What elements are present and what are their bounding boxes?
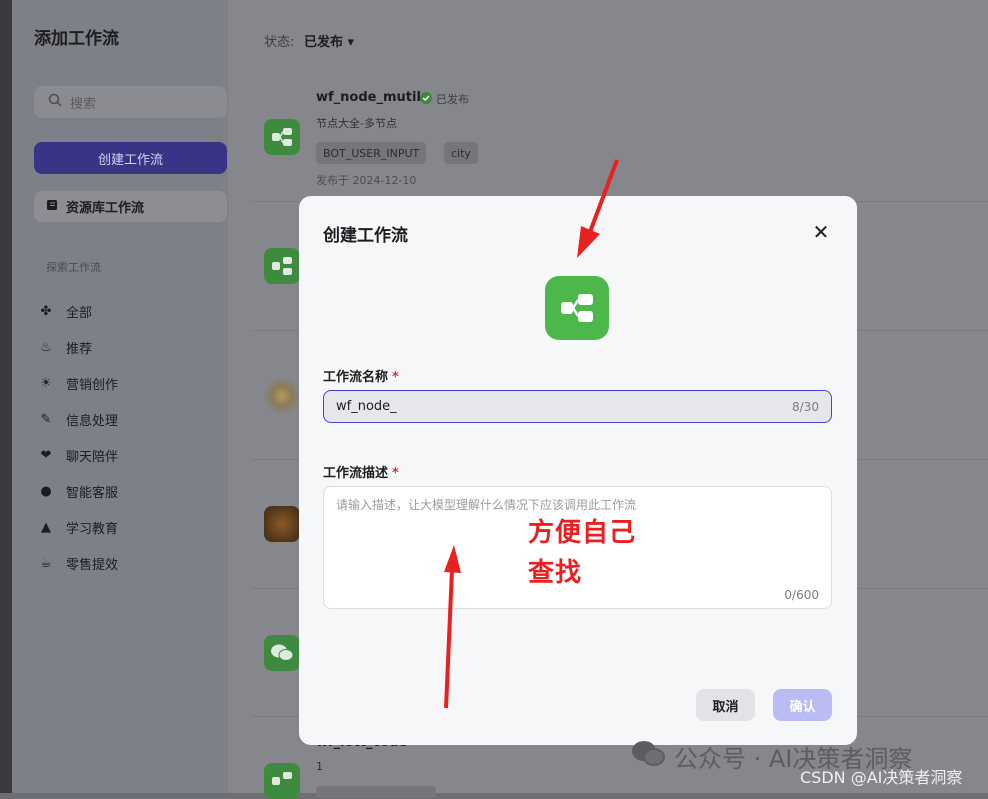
workflow-description: 节点大全-多节点 (316, 115, 397, 131)
workflow-description: 1 (316, 760, 323, 773)
wechat-icon (264, 635, 300, 671)
confirm-button[interactable]: 确认 (773, 689, 832, 721)
workflow-icon[interactable] (545, 276, 609, 340)
sidebar: 添加工作流 搜索 创建工作流 资源库工作流 探索工作流 (12, 0, 228, 793)
sidebar-item-info[interactable]: ✎信息处理 (38, 410, 118, 429)
create-workflow-dialog: 创建工作流 ✕ 工作流名称* wf_node_ 8/30 工作流描述* 请输入描… (299, 196, 857, 745)
cancel-button[interactable]: 取消 (696, 689, 755, 721)
sidebar-item-recommended[interactable]: ♨推荐 (38, 338, 92, 357)
description-counter: 0/600 (784, 588, 819, 602)
sidebar-item-library[interactable]: 资源库工作流 (34, 191, 227, 222)
sidebar-title: 添加工作流 (34, 24, 119, 49)
bear-icon: ● (38, 484, 54, 500)
workflow-avatar (264, 378, 300, 414)
status-label: 状态: (264, 31, 294, 50)
workflow-name[interactable]: wf_node_mutil (316, 90, 421, 105)
check-circle-icon (420, 92, 432, 107)
search-placeholder: 搜索 (70, 93, 96, 112)
sidebar-item-chat[interactable]: ❤聊天陪伴 (38, 446, 118, 465)
grid-icon: ✤ (38, 304, 54, 320)
publish-date: 发布于 2024-12-10 (316, 172, 416, 188)
search-input[interactable]: 搜索 (34, 86, 227, 118)
sidebar-item-education[interactable]: ▲学习教育 (38, 518, 118, 537)
book-icon (46, 199, 58, 215)
status-filter-dropdown[interactable]: 已发布 ▾ (304, 31, 354, 50)
wrench-icon: ✎ (38, 412, 54, 428)
param-tag (316, 786, 436, 798)
param-tag: BOT_USER_INPUT (316, 142, 426, 164)
sidebar-item-marketing[interactable]: ☀营销创作 (38, 374, 118, 393)
explore-heading: 探索工作流 (46, 259, 101, 275)
published-badge: 已发布 (420, 91, 469, 107)
flame-icon: ♨ (38, 340, 54, 356)
workflow-icon (264, 248, 300, 284)
csdn-watermark: CSDN @AI决策者洞察 (800, 764, 962, 788)
heart-icon: ❤ (38, 448, 54, 464)
create-workflow-button[interactable]: 创建工作流 (34, 142, 227, 174)
sidebar-item-all[interactable]: ✤全部 (38, 302, 92, 321)
graduation-cap-icon: ▲ (38, 520, 54, 536)
workflow-name-field[interactable]: wf_node_ 8/30 (323, 390, 832, 423)
dialog-title: 创建工作流 (323, 221, 408, 246)
bulb-icon: ☀ (38, 376, 54, 392)
workflow-icon (264, 763, 300, 799)
description-label: 工作流描述* (323, 462, 399, 481)
close-icon[interactable]: ✕ (809, 220, 833, 244)
window-edge (0, 0, 12, 793)
workflow-avatar (264, 506, 300, 542)
cup-icon: ☕ (38, 556, 54, 572)
name-label: 工作流名称* (323, 366, 399, 385)
sidebar-item-label: 资源库工作流 (66, 197, 144, 216)
annotation-text: 方便自己 (528, 512, 636, 549)
description-placeholder: 请输入描述，让大模型理解什么情况下应该调用此工作流 (336, 496, 636, 513)
sidebar-item-service[interactable]: ●智能客服 (38, 482, 118, 501)
annotation-text: 查找 (528, 552, 582, 589)
name-counter: 8/30 (792, 400, 819, 414)
search-icon (48, 93, 62, 111)
workflow-icon (264, 119, 300, 155)
wechat-icon (630, 738, 666, 774)
name-value: wf_node_ (336, 399, 397, 414)
caret-down-icon: ▾ (348, 35, 355, 50)
sidebar-item-retail[interactable]: ☕零售提效 (38, 554, 118, 573)
param-tag: city (444, 142, 478, 164)
